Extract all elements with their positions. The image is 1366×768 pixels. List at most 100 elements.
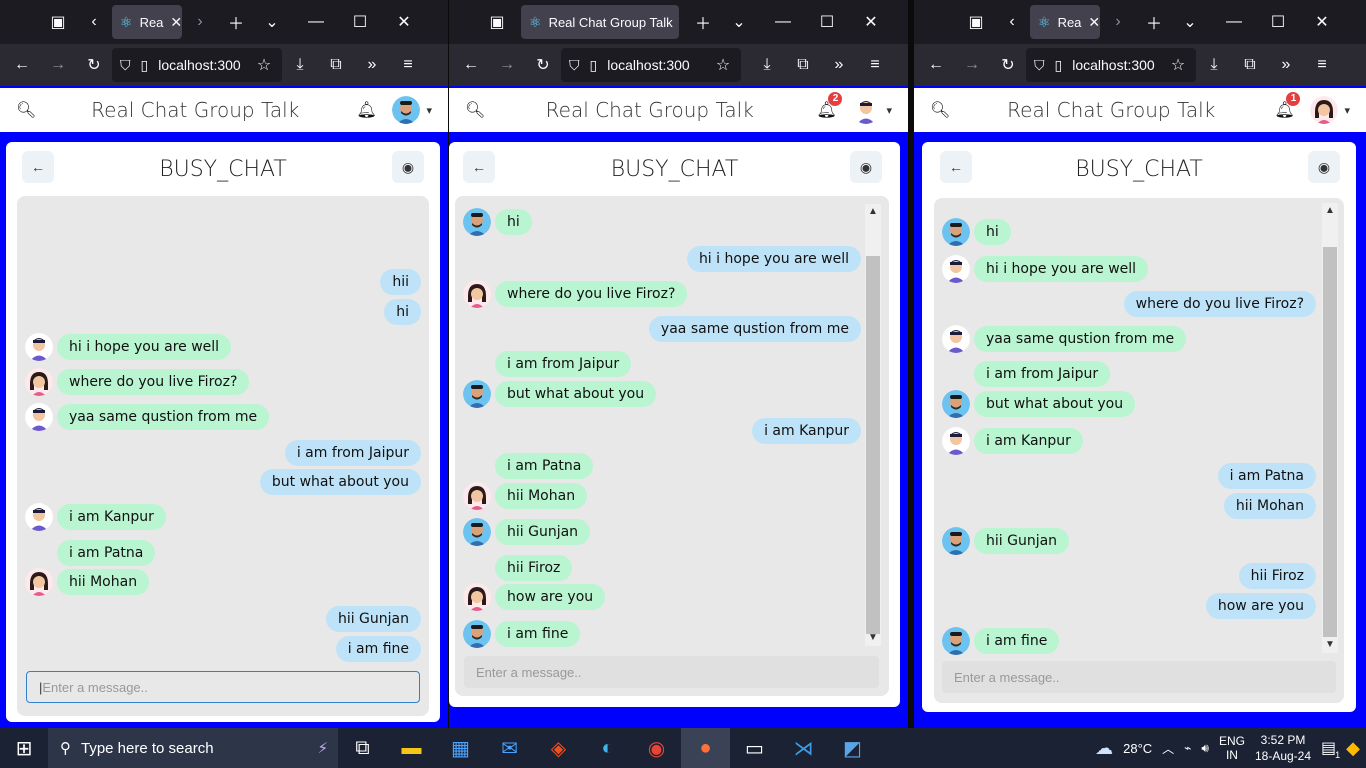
back-icon[interactable]: ← <box>4 47 40 83</box>
avatar[interactable] <box>942 218 970 246</box>
download-icon[interactable]: ⤓ <box>749 47 785 83</box>
avatar[interactable] <box>463 554 491 582</box>
avatar[interactable] <box>463 518 491 546</box>
vscode-icon[interactable]: ⋊ <box>779 728 828 768</box>
windows-start-icon[interactable]: ⊞ <box>0 728 48 768</box>
avatar[interactable] <box>463 350 491 378</box>
chevron-up-icon[interactable]: ︿ <box>1162 740 1174 757</box>
view-profile-button[interactable]: ◉ <box>1308 151 1340 183</box>
avatar[interactable] <box>463 380 491 408</box>
chevron-down-icon[interactable]: ⌄ <box>1172 4 1208 40</box>
avatar[interactable] <box>25 539 53 567</box>
message-area[interactable]: hii hi hi i hope you are well where do you … <box>17 196 429 716</box>
avatar[interactable] <box>942 627 970 655</box>
notification-icon[interactable]: ▤ 1 <box>1321 738 1340 760</box>
reload-icon[interactable]: ↻ <box>525 47 561 83</box>
bookmark-star-icon[interactable]: ☆ <box>1160 47 1196 83</box>
volume-icon[interactable]: 🔊︎ <box>1201 741 1209 756</box>
close-icon[interactable]: ✕ <box>1088 14 1100 31</box>
new-tab-icon[interactable]: ＋ <box>218 4 254 40</box>
mail-icon[interactable]: ✉ <box>485 728 534 768</box>
scroll-thumb[interactable] <box>1323 247 1337 637</box>
maximize-icon[interactable]: ☐ <box>342 4 378 40</box>
scrollbar[interactable]: ▲ ▼ <box>865 204 881 646</box>
profile-menu[interactable]: ▾ <box>852 96 892 124</box>
download-icon[interactable]: ⤓ <box>282 47 318 83</box>
bell-icon[interactable]: 🔔︎ 1 <box>1270 92 1301 120</box>
search-icon[interactable]: 🔍︎ <box>465 100 487 120</box>
window-close-icon[interactable]: ✕ <box>386 4 422 40</box>
forward-icon[interactable]: → <box>489 47 525 83</box>
avatar[interactable] <box>942 360 970 388</box>
widget-icon[interactable]: ◆ <box>1346 738 1360 759</box>
maximize-icon[interactable]: ☐ <box>809 4 845 40</box>
new-tab-icon[interactable]: ＋ <box>1136 4 1172 40</box>
back-icon[interactable]: ← <box>453 47 489 83</box>
avatar[interactable] <box>25 333 53 361</box>
scroll-up-icon[interactable]: ▲ <box>1322 203 1338 219</box>
search-icon[interactable]: 🔍︎ <box>930 100 952 120</box>
terminal-icon[interactable]: ▭ <box>730 728 779 768</box>
window-close-icon[interactable]: ✕ <box>853 4 889 40</box>
scroll-down-icon[interactable]: ▼ <box>1322 637 1338 653</box>
profile-menu[interactable]: ▾ <box>1310 96 1350 124</box>
figma-icon[interactable]: ◈ <box>534 728 583 768</box>
close-icon[interactable]: ✕ <box>170 14 182 31</box>
message-area[interactable]: hi hi i hope you are well where do you liv… <box>934 198 1344 703</box>
reload-icon[interactable]: ↻ <box>76 47 112 83</box>
avatar[interactable] <box>942 325 970 353</box>
file-explorer-icon[interactable]: ▬ <box>387 728 436 768</box>
scroll-thumb[interactable] <box>866 256 880 634</box>
taskbar-search[interactable]: ⚲ Type here to search ⚡ <box>48 728 338 768</box>
chrome-icon[interactable]: ◉ <box>632 728 681 768</box>
avatar[interactable] <box>463 452 491 480</box>
tab-scroll-left-icon[interactable]: ‹ <box>76 4 112 40</box>
overflow-icon[interactable]: » <box>354 47 390 83</box>
menu-icon[interactable]: ≡ <box>857 47 893 83</box>
menu-icon[interactable]: ≡ <box>1304 47 1340 83</box>
message-input[interactable]: | Enter a message.. <box>26 671 420 703</box>
tab-active[interactable]: ⚛ Rea ✕ <box>1030 5 1100 39</box>
avatar[interactable] <box>463 208 491 236</box>
download-icon[interactable]: ⤓ <box>1196 47 1232 83</box>
task-view-icon[interactable]: ⧉ <box>338 728 387 768</box>
new-tab-icon[interactable]: ＋ <box>685 4 721 40</box>
minimize-icon[interactable]: — <box>298 4 334 40</box>
network-icon[interactable]: ⌁ <box>1184 741 1191 755</box>
chevron-down-icon[interactable]: ⌄ <box>254 4 290 40</box>
menu-icon[interactable]: ≡ <box>390 47 426 83</box>
avatar[interactable] <box>463 620 491 648</box>
reload-icon[interactable]: ↻ <box>990 47 1026 83</box>
tab-scroll-left-icon[interactable]: ‹ <box>994 4 1030 40</box>
extensions-icon[interactable]: ⧉ <box>785 47 821 83</box>
avatar[interactable] <box>25 368 53 396</box>
minimize-icon[interactable]: — <box>1216 4 1252 40</box>
firefox-icon[interactable]: ● <box>681 728 730 768</box>
extensions-icon[interactable]: ⧉ <box>318 47 354 83</box>
bookmark-star-icon[interactable]: ☆ <box>246 47 282 83</box>
avatar[interactable] <box>25 568 53 596</box>
avatar[interactable] <box>25 403 53 431</box>
tab-list-icon[interactable]: ▣ <box>40 4 76 40</box>
bell-icon[interactable]: 🔔︎ <box>352 100 380 120</box>
avatar[interactable] <box>942 527 970 555</box>
tab-list-icon[interactable]: ▣ <box>958 4 994 40</box>
tab-active[interactable]: ⚛ Real Chat Group Talk ✕ <box>521 5 679 39</box>
scroll-down-icon[interactable]: ▼ <box>865 630 881 646</box>
view-profile-button[interactable]: ◉ <box>850 151 882 183</box>
back-icon[interactable]: ← <box>918 47 954 83</box>
photos-icon[interactable]: ◩ <box>828 728 877 768</box>
message-input[interactable]: Enter a message.. <box>942 661 1336 693</box>
bookmark-star-icon[interactable]: ☆ <box>705 47 741 83</box>
message-area[interactable]: hi hi i hope you are well where do you liv… <box>455 196 889 696</box>
language-indicator[interactable]: ENG IN <box>1219 734 1245 762</box>
avatar[interactable] <box>942 427 970 455</box>
forward-icon[interactable]: → <box>954 47 990 83</box>
tab-scroll-right-icon[interactable]: › <box>1100 4 1136 40</box>
forward-icon[interactable]: → <box>40 47 76 83</box>
edge-icon[interactable]: ◐ <box>583 728 632 768</box>
profile-menu[interactable]: ▾ <box>392 96 432 124</box>
maximize-icon[interactable]: ☐ <box>1260 4 1296 40</box>
tab-list-icon[interactable]: ▣ <box>479 4 515 40</box>
extensions-icon[interactable]: ⧉ <box>1232 47 1268 83</box>
